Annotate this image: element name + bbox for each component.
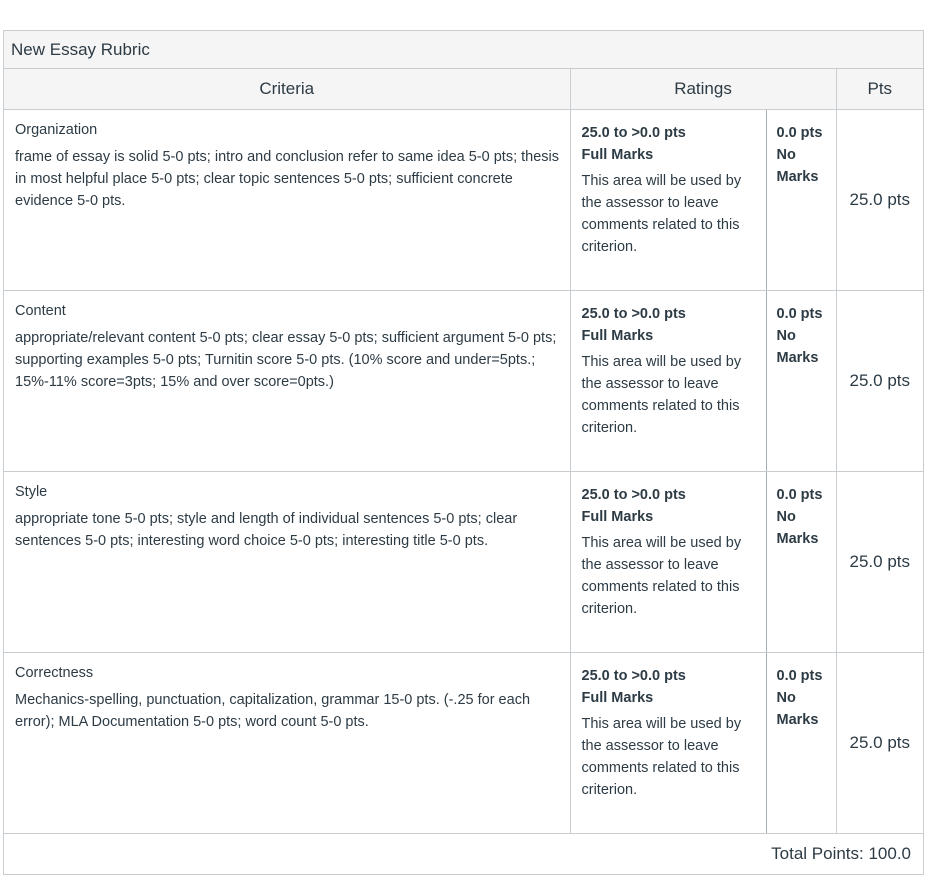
rating-points: 25.0 to >0.0 pts bbox=[581, 306, 686, 322]
criterion-row-organization: Organization frame of essay is solid 5-0… bbox=[4, 109, 924, 291]
rating-full-marks: 25.0 to >0.0 pts Full Marks This area wi… bbox=[569, 109, 766, 291]
criterion-description: frame of essay is solid 5-0 pts; intro a… bbox=[15, 149, 560, 209]
criterion-cell: Organization frame of essay is solid 5-0… bbox=[4, 109, 570, 291]
rating-label: Full Marks bbox=[581, 328, 654, 344]
rating-label: Full Marks bbox=[581, 509, 654, 525]
rating-no-marks: 0.0 pts No Marks bbox=[765, 290, 837, 472]
rating-points: 0.0 pts bbox=[776, 487, 823, 503]
rating-points: 25.0 to >0.0 pts bbox=[581, 125, 686, 141]
total-row: Total Points: 100.0 bbox=[4, 834, 923, 875]
criterion-description: Mechanics-spelling, punctuation, capital… bbox=[15, 692, 531, 730]
rating-label: Full Marks bbox=[581, 147, 654, 163]
rating-points: 0.0 pts bbox=[776, 668, 823, 684]
criterion-points: 25.0 pts bbox=[835, 652, 924, 834]
criterion-description: appropriate tone 5-0 pts; style and leng… bbox=[15, 511, 518, 549]
total-points: Total Points: 100.0 bbox=[771, 844, 912, 863]
rating-full-marks: 25.0 to >0.0 pts Full Marks This area wi… bbox=[569, 652, 766, 834]
criterion-description: appropriate/relevant content 5-0 pts; cl… bbox=[15, 330, 557, 390]
rating-no-marks: 0.0 pts No Marks bbox=[765, 109, 837, 291]
rating-points: 0.0 pts bbox=[776, 306, 823, 322]
rating-label: No Marks bbox=[776, 690, 819, 728]
rating-label: No Marks bbox=[776, 147, 819, 185]
criterion-name: Style bbox=[15, 484, 48, 500]
rating-label: No Marks bbox=[776, 328, 819, 366]
rating-no-marks: 0.0 pts No Marks bbox=[765, 471, 837, 653]
criterion-name: Organization bbox=[15, 122, 98, 138]
rubric-header-row: Criteria Ratings Pts bbox=[4, 69, 924, 110]
rubric-container: New Essay Rubric Criteria Ratings Pts Or… bbox=[3, 30, 924, 875]
rating-points: 25.0 to >0.0 pts bbox=[581, 668, 686, 684]
rubric-table: Criteria Ratings Pts Organization frame … bbox=[4, 69, 924, 875]
rating-no-marks: 0.0 pts No Marks bbox=[765, 652, 837, 834]
rating-description: This area will be used by the assessor t… bbox=[581, 173, 742, 255]
criterion-cell: Content appropriate/relevant content 5-0… bbox=[4, 290, 570, 472]
criterion-points: 25.0 pts bbox=[835, 290, 924, 472]
criterion-name: Correctness bbox=[15, 665, 94, 681]
rating-points: 25.0 to >0.0 pts bbox=[581, 487, 686, 503]
rating-description: This area will be used by the assessor t… bbox=[581, 716, 742, 798]
rating-full-marks: 25.0 to >0.0 pts Full Marks This area wi… bbox=[569, 471, 766, 653]
criterion-cell: Correctness Mechanics-spelling, punctuat… bbox=[4, 652, 570, 834]
criterion-points: 25.0 pts bbox=[835, 471, 924, 653]
criteria-header: Criteria bbox=[4, 69, 570, 110]
pts-header: Pts bbox=[835, 69, 924, 110]
rating-description: This area will be used by the assessor t… bbox=[581, 354, 742, 436]
rating-full-marks: 25.0 to >0.0 pts Full Marks This area wi… bbox=[569, 290, 766, 472]
rating-points: 0.0 pts bbox=[776, 125, 823, 141]
rubric-title: New Essay Rubric bbox=[4, 31, 923, 69]
criterion-row-correctness: Correctness Mechanics-spelling, punctuat… bbox=[4, 652, 924, 834]
ratings-header: Ratings bbox=[569, 69, 837, 110]
rating-label: No Marks bbox=[776, 509, 819, 547]
criterion-points: 25.0 pts bbox=[835, 109, 924, 291]
rating-description: This area will be used by the assessor t… bbox=[581, 535, 742, 617]
criterion-cell: Style appropriate tone 5-0 pts; style an… bbox=[4, 471, 570, 653]
criterion-row-style: Style appropriate tone 5-0 pts; style an… bbox=[4, 471, 924, 653]
criterion-name: Content bbox=[15, 303, 66, 319]
rating-label: Full Marks bbox=[581, 690, 654, 706]
criterion-row-content: Content appropriate/relevant content 5-0… bbox=[4, 290, 924, 472]
